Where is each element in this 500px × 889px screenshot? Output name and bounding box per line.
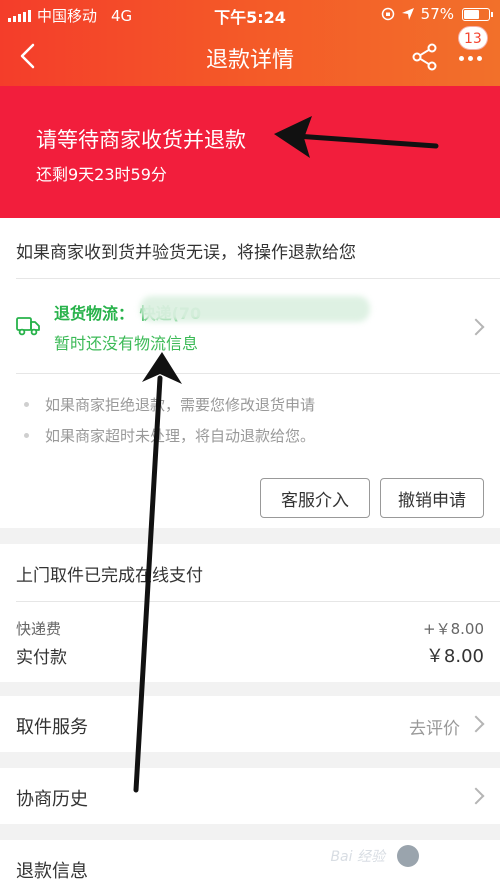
- status-bar: 中国移动 4G 下午5:24 57%: [0, 0, 500, 30]
- cancel-request-button[interactable]: 撤销申请: [380, 478, 484, 518]
- share-icon: [412, 43, 437, 71]
- negotiation-history-label: 协商历史: [16, 789, 88, 810]
- logistics-status: 暂时还没有物流信息: [54, 334, 199, 353]
- more-dot-icon: [476, 55, 482, 61]
- battery-icon: [462, 7, 493, 21]
- location-icon: [401, 8, 414, 20]
- review-link[interactable]: 去评价: [409, 714, 460, 739]
- more-dot-icon: [458, 55, 464, 61]
- header: 中国移动 4G 下午5:24 57% 退款详情 13: [0, 0, 500, 86]
- divider: [16, 601, 500, 602]
- banner-title: 请等待商家收货并退款: [36, 128, 246, 152]
- blurred-tracking-number: [140, 296, 370, 322]
- battery-percent: 57%: [420, 5, 454, 23]
- bullet-icon: [24, 433, 29, 438]
- watermark-account: 高安惠生活: [422, 850, 488, 866]
- pickup-service-label: 取件服务: [16, 717, 88, 738]
- logistics-row[interactable]: [0, 279, 500, 373]
- tip-item: 如果商家拒绝退款，需要您修改退货申请: [24, 394, 315, 415]
- tip-text: 如果商家超时未处理，将自动退款给您。: [45, 427, 316, 445]
- paid-amount-label: 实付款: [16, 648, 67, 668]
- tip-text: 如果商家拒绝退款，需要您修改退货申请: [45, 396, 316, 414]
- customer-service-button[interactable]: 客服介入: [260, 478, 370, 518]
- bullet-icon: [24, 402, 29, 407]
- shipping-fee-label: 快递费: [16, 620, 62, 638]
- more-button[interactable]: [452, 48, 488, 68]
- account-avatar-icon: [396, 845, 419, 867]
- share-button[interactable]: [408, 40, 442, 74]
- watermark-logo: Bai 经验: [330, 849, 385, 865]
- notification-badge[interactable]: 13: [458, 26, 488, 50]
- divider: [16, 373, 500, 374]
- notice-text: 如果商家收到货并验货无误，将操作退款给您: [16, 243, 356, 263]
- shipping-fee-value: +￥8.00: [423, 620, 484, 638]
- refund-info-label: 退款信息: [16, 861, 88, 882]
- nav-bar: 退款详情: [0, 30, 500, 86]
- tip-item: 如果商家超时未处理，将自动退款给您。: [24, 425, 315, 446]
- more-dot-icon: [467, 55, 473, 61]
- refund-status-banner: 请等待商家收货并退款 还剩9天23时59分: [0, 86, 500, 218]
- banner-countdown: 还剩9天23时59分: [36, 165, 167, 184]
- pickup-status: 上门取件已完成在线支付: [16, 566, 203, 586]
- watermark: Bai 经验 高安惠生活: [330, 845, 488, 867]
- truck-icon: [16, 317, 40, 336]
- status-right: 57%: [381, 5, 493, 23]
- paid-amount-value: ￥8.00: [425, 646, 484, 667]
- rotation-lock-icon: [381, 7, 394, 21]
